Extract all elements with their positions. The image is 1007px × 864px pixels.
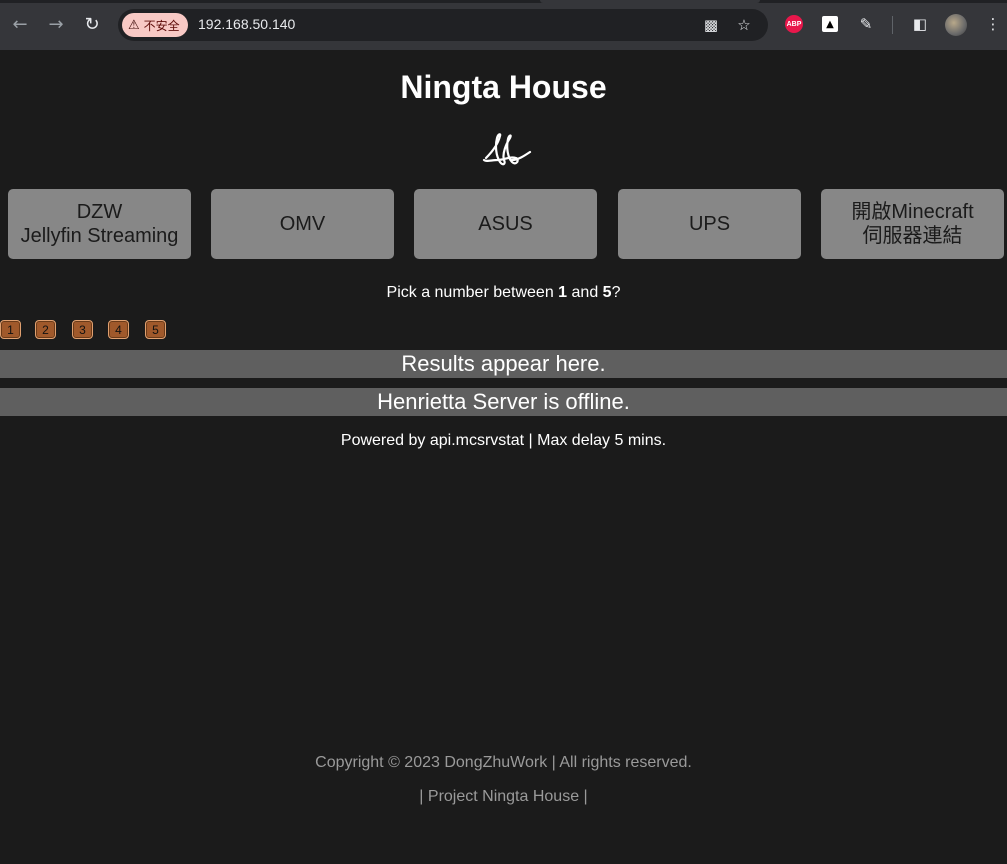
powered-by: Powered by api.mcsrvstat | Max delay 5 m…	[340, 432, 667, 449]
question-mid: and	[567, 284, 603, 301]
browser-toolbar: ← → ↻ ⚠ 不安全 192.168.50.140 ▩ ☆ ABP ▲ ✎ ◧…	[0, 0, 1007, 50]
security-chip[interactable]: ⚠ 不安全	[122, 13, 188, 37]
tile-ups[interactable]: UPS	[618, 189, 801, 259]
question-suffix: ?	[611, 284, 621, 301]
server-status-bar: Henrietta Server is offline.	[0, 388, 1007, 416]
reload-icon[interactable]: ↻	[80, 12, 104, 36]
number-button-3[interactable]: 3	[72, 320, 93, 339]
tile-minecraft[interactable]: 開啟Minecraft 伺服器連結	[821, 189, 1004, 259]
tile-asus[interactable]: ASUS	[414, 189, 597, 259]
kebab-menu-icon[interactable]: ⋮	[982, 13, 1004, 35]
url-text[interactable]: 192.168.50.140	[198, 16, 295, 32]
tab-strip	[0, 0, 1007, 3]
active-tab-edge	[540, 0, 760, 3]
security-label: 不安全	[143, 18, 180, 33]
number-button-2[interactable]: 2	[35, 320, 56, 339]
number-button-4[interactable]: 4	[108, 320, 129, 339]
project-link[interactable]: | Project Ningta House |	[0, 788, 1007, 806]
link-tiles: DZW Jellyfin Streaming OMV ASUS UPS 開啟Mi…	[8, 189, 1004, 259]
side-panel-icon[interactable]: ◧	[909, 13, 931, 35]
page-content: Ningta House DZW Jellyfin Streaming OMV …	[0, 50, 1007, 864]
question-low: 1	[558, 284, 568, 301]
copyright: Copyright © 2023 DongZhuWork | All right…	[315, 754, 692, 771]
forward-icon[interactable]: →	[44, 12, 68, 36]
page-title: Ningta House	[400, 69, 607, 105]
signature-logo	[482, 133, 532, 166]
back-icon[interactable]: ←	[8, 12, 32, 36]
address-bar[interactable]: ⚠ 不安全 192.168.50.140 ▩ ☆	[118, 9, 768, 41]
results-bar: Results appear here.	[0, 350, 1007, 378]
question-prefix: Pick a number between	[386, 284, 559, 301]
extension-icon[interactable]: ▲	[822, 16, 838, 32]
abp-label: ABP	[786, 20, 802, 28]
toolbar-divider	[892, 16, 893, 34]
puzzle-extensions-icon[interactable]: ✎	[855, 13, 877, 35]
bookmark-star-icon[interactable]: ☆	[733, 14, 755, 36]
number-button-5[interactable]: 5	[145, 320, 166, 339]
profile-avatar[interactable]	[945, 14, 967, 36]
adblock-icon[interactable]: ABP	[785, 15, 803, 33]
translate-icon[interactable]: ▩	[700, 14, 722, 36]
question-high: 5	[602, 284, 612, 301]
warning-icon: ⚠	[128, 17, 140, 33]
tile-jellyfin[interactable]: DZW Jellyfin Streaming	[8, 189, 191, 259]
number-button-1[interactable]: 1	[0, 320, 21, 339]
number-question: Pick a number between 1 and 5?	[0, 284, 1007, 302]
tile-omv[interactable]: OMV	[211, 189, 394, 259]
